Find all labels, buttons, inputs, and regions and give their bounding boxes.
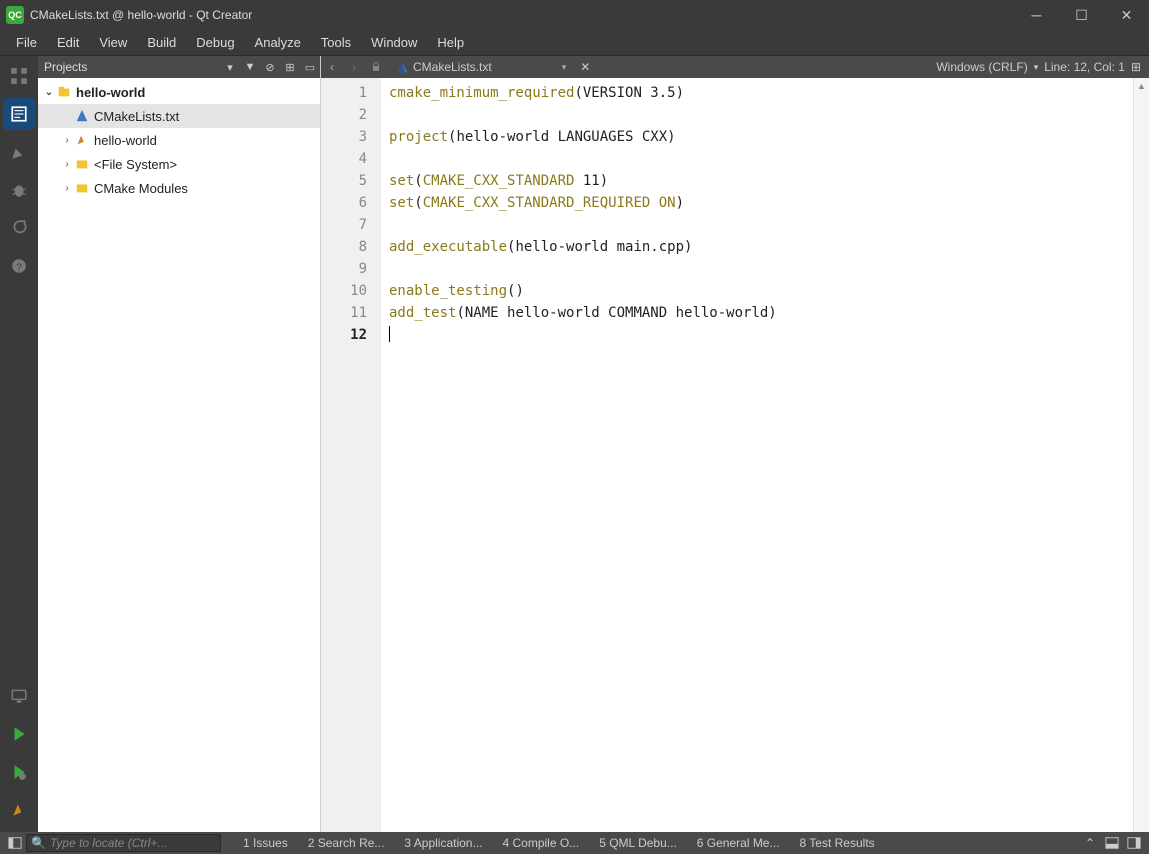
edit-mode-icon[interactable] [3,98,35,130]
line-gutter: 123456789101112 [321,78,381,832]
filter-icon[interactable]: ▼ [240,57,260,77]
chevron-right-icon[interactable]: › [60,183,74,194]
menu-file[interactable]: File [6,31,47,54]
welcome-mode-icon[interactable] [3,60,35,92]
mode-sidebar: ? [0,56,38,832]
project-dropdown-icon[interactable]: ▾ [220,57,240,77]
tree-item-label: <File System> [94,157,177,172]
maximize-button[interactable]: ☐ [1059,0,1104,30]
cmake-icon [74,108,90,124]
chevron-right-icon[interactable]: › [60,135,74,146]
nav-forward-icon[interactable]: › [343,57,365,77]
menu-tools[interactable]: Tools [311,31,361,54]
nav-back-icon[interactable]: ‹ [321,57,343,77]
menu-analyze[interactable]: Analyze [245,31,311,54]
code-editor[interactable]: 123456789101112 cmake_minimum_required(V… [321,78,1149,832]
tree-item-label: hello-world [94,133,157,148]
toggle-sidebar-icon[interactable] [4,833,26,853]
output-tab[interactable]: 2 Search Re... [298,836,395,850]
help-mode-icon[interactable]: ? [3,250,35,282]
toggle-output-icon[interactable] [1101,833,1123,853]
split-icon[interactable]: ⊞ [1131,60,1141,74]
menu-bar: FileEditViewBuildDebugAnalyzeToolsWindow… [0,30,1149,56]
scroll-up-icon[interactable]: ▲ [1134,78,1149,94]
toggle-right-icon[interactable] [1123,833,1145,853]
menu-window[interactable]: Window [361,31,427,54]
target-icon [74,132,90,148]
projects-mode-icon[interactable] [3,212,35,244]
output-up-icon[interactable]: ⌃ [1079,833,1101,853]
output-tab[interactable]: 4 Compile O... [492,836,589,850]
project-icon [56,84,72,100]
tree-item-label: CMake Modules [94,181,188,196]
design-mode-icon[interactable] [3,136,35,168]
debug-mode-icon[interactable] [3,174,35,206]
debug-run-icon[interactable] [3,756,35,788]
tab-dropdown-icon[interactable]: ▾ [562,62,567,73]
menu-view[interactable]: View [89,31,137,54]
project-panel-header: Projects ▾ ▼ ⊘ ⊞ ▭ [38,56,320,78]
close-button[interactable]: ✕ [1104,0,1149,30]
editor-toolbar: ‹ › CMakeLists.txt ▾ ✕ Windows (CRLF) ▾ … [321,56,1149,78]
minimize-button[interactable]: ─ [1014,0,1059,30]
window-title: CMakeLists.txt @ hello-world - Qt Creato… [30,8,1014,22]
encoding-dropdown-icon[interactable]: ▾ [1034,62,1039,73]
locator-placeholder: Type to locate (Ctrl+... [50,836,168,850]
chevron-right-icon[interactable]: › [60,159,74,170]
menu-edit[interactable]: Edit [47,31,89,54]
editor-tab[interactable]: CMakeLists.txt ▾ [387,56,574,78]
target-selector-icon[interactable] [3,680,35,712]
search-icon: 🔍 [31,836,46,850]
menu-help[interactable]: Help [427,31,474,54]
tree-item[interactable]: › hello-world [38,128,320,152]
encoding-label[interactable]: Windows (CRLF) [936,60,1027,74]
project-tree[interactable]: ⌄ hello-world CMakeLists.txt › hello-world › <… [38,78,320,832]
vertical-scrollbar[interactable]: ▲ [1133,78,1149,832]
menu-build[interactable]: Build [137,31,186,54]
folder-icon [74,156,90,172]
tree-item[interactable]: › CMake Modules [38,176,320,200]
tree-item[interactable]: ⌄ hello-world [38,80,320,104]
tree-item-label: CMakeLists.txt [94,109,179,124]
menu-debug[interactable]: Debug [186,31,244,54]
output-tab[interactable]: 8 Test Results [790,836,885,850]
status-bar: 🔍 Type to locate (Ctrl+... 1 Issues2 Sea… [0,832,1149,854]
locator-input[interactable]: 🔍 Type to locate (Ctrl+... [26,834,221,852]
svg-text:?: ? [16,263,22,274]
app-icon: QC [6,6,24,24]
title-bar: QC CMakeLists.txt @ hello-world - Qt Cre… [0,0,1149,30]
output-tab[interactable]: 1 Issues [233,836,298,850]
tree-item[interactable]: CMakeLists.txt [38,104,320,128]
link-icon[interactable]: ⊘ [260,57,280,77]
tree-item[interactable]: › <File System> [38,152,320,176]
code-content[interactable]: cmake_minimum_required(VERSION 3.5) proj… [381,78,1149,832]
build-icon[interactable] [3,794,35,826]
tree-item-label: hello-world [76,85,145,100]
editor-tab-label: CMakeLists.txt [413,60,492,74]
add-split-icon[interactable]: ⊞ [280,57,300,77]
cmake-file-icon [395,60,409,74]
folder-icon [74,180,90,196]
output-tab[interactable]: 3 Application... [394,836,492,850]
lock-icon[interactable] [365,57,387,77]
project-panel: Projects ▾ ▼ ⊘ ⊞ ▭ ⌄ hello-world CMakeList… [38,56,321,832]
project-panel-title: Projects [44,60,220,74]
output-tab[interactable]: 6 General Me... [687,836,790,850]
run-icon[interactable] [3,718,35,750]
layout-icon[interactable]: ▭ [300,57,320,77]
tab-close-icon[interactable]: ✕ [580,60,590,74]
editor-area: ‹ › CMakeLists.txt ▾ ✕ Windows (CRLF) ▾ … [321,56,1149,832]
chevron-down-icon[interactable]: ⌄ [42,87,56,98]
cursor-pos-label[interactable]: Line: 12, Col: 1 [1044,60,1125,74]
output-tab[interactable]: 5 QML Debu... [589,836,687,850]
